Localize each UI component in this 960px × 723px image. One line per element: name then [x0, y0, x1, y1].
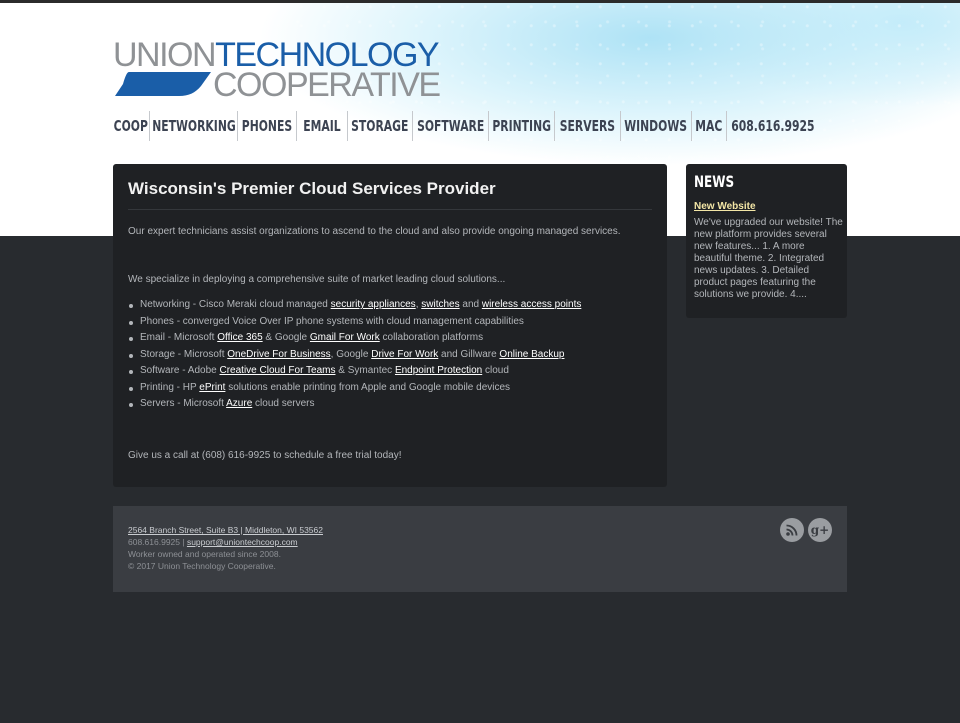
nav-servers[interactable]: SERVERS [555, 111, 621, 141]
link-switches[interactable]: switches [421, 299, 459, 310]
footer-address-line: 2564 Branch Street, Suite B3 | Middleton… [128, 525, 323, 535]
link-office-365[interactable]: Office 365 [217, 332, 262, 343]
link-eprint[interactable]: ePrint [199, 382, 225, 393]
link-gmail-for-work[interactable]: Gmail For Work [310, 332, 380, 343]
list-item-printing: Printing - HP ePrint solutions enable pr… [128, 380, 581, 397]
nav-phones[interactable]: PHONES [238, 111, 297, 141]
title-divider [128, 209, 652, 210]
nav-phone-number[interactable]: 608.616.9925 [727, 111, 819, 141]
news-heading: NEWS [694, 172, 735, 191]
link-drive-for-work[interactable]: Drive For Work [371, 349, 438, 360]
nav-coop[interactable]: COOP [113, 111, 150, 141]
list-item-software: Software - Adobe Creative Cloud For Team… [128, 363, 581, 380]
nav-mac[interactable]: MAC [692, 111, 727, 141]
news-item-excerpt: We've upgraded our website! The new plat… [694, 217, 843, 300]
list-item-servers: Servers - Microsoft Azure cloud servers [128, 396, 581, 413]
footer-copyright: © 2017 Union Technology Cooperative. [128, 561, 276, 571]
footer-address-link[interactable]: 2564 Branch Street, Suite B3 | Middleton… [128, 525, 323, 535]
footer-phone: 608.616.9925 | [128, 537, 187, 547]
call-to-action-text: Give us a call at (608) 616-9925 to sche… [128, 450, 402, 461]
nav-software[interactable]: SOFTWARE [413, 111, 489, 141]
link-creative-cloud-for-teams[interactable]: Creative Cloud For Teams [220, 365, 336, 376]
link-wireless-access-points[interactable]: wireless access points [482, 299, 581, 310]
logo-word-cooperative: COOPERATIVE [213, 66, 441, 104]
nav-storage[interactable]: STORAGE [348, 111, 413, 141]
list-item-storage: Storage - Microsoft OneDrive For Busines… [128, 347, 581, 364]
services-list: Networking - Cisco Meraki cloud managed … [128, 297, 581, 413]
list-item-networking: Networking - Cisco Meraki cloud managed … [128, 297, 581, 314]
main-nav: COOP NETWORKING PHONES EMAIL STORAGE SOF… [113, 111, 819, 141]
link-onedrive-for-business[interactable]: OneDrive For Business [227, 349, 330, 360]
logo-swoosh-icon [115, 72, 211, 96]
footer: 2564 Branch Street, Suite B3 | Middleton… [113, 506, 847, 592]
list-item-phones: Phones - converged Voice Over IP phone s… [128, 314, 581, 331]
nav-windows[interactable]: WINDOWS [621, 111, 692, 141]
nav-email[interactable]: EMAIL [297, 111, 348, 141]
footer-contact-line: 608.616.9925 | support@uniontechcoop.com [128, 537, 298, 547]
page-title: Wisconsin's Premier Cloud Services Provi… [128, 179, 496, 198]
google-plus-icon[interactable]: g+ [808, 518, 832, 542]
footer-email-link[interactable]: support@uniontechcoop.com [187, 537, 298, 547]
logo-word-union: UNION [113, 36, 217, 74]
site-logo[interactable]: UNIONTECHNOLOGY COOPERATIVE [113, 38, 453, 104]
link-azure[interactable]: Azure [226, 398, 252, 409]
specialize-text: We specialize in deploying a comprehensi… [128, 274, 506, 285]
footer-owned-text: Worker owned and operated since 2008. [128, 549, 281, 559]
nav-printing[interactable]: PRINTING [489, 111, 555, 141]
news-panel: NEWS New Website We've upgraded our webs… [686, 164, 847, 318]
nav-networking[interactable]: NETWORKING [150, 111, 238, 141]
list-item-email: Email - Microsoft Office 365 & Google Gm… [128, 330, 581, 347]
main-content-panel: Wisconsin's Premier Cloud Services Provi… [113, 164, 667, 487]
news-item-link[interactable]: New Website [694, 201, 756, 212]
link-online-backup[interactable]: Online Backup [499, 349, 564, 360]
rss-icon[interactable] [780, 518, 804, 542]
link-endpoint-protection[interactable]: Endpoint Protection [395, 365, 482, 376]
link-security-appliances[interactable]: security appliances [331, 299, 416, 310]
intro-text: Our expert technicians assist organizati… [128, 226, 621, 237]
